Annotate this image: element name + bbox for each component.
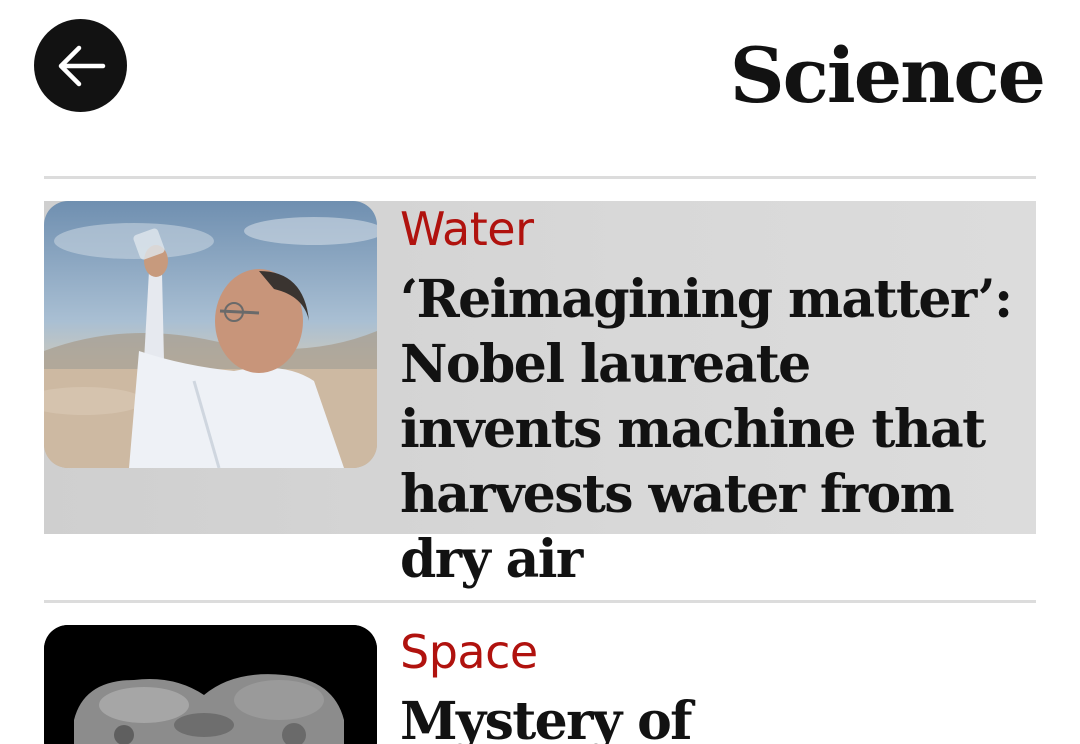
article-headline: Mystery of: [400, 691, 693, 744]
article-image: [44, 201, 377, 468]
article-card[interactable]: Water ‘Reimagining matter’: Nobel laurea…: [44, 201, 1036, 590]
article-kicker: Space: [400, 625, 538, 679]
photo-asteroid-grayscale: [44, 625, 377, 744]
article-kicker: Water: [400, 202, 534, 256]
divider: [44, 600, 1036, 603]
article-card[interactable]: Space Mystery of: [44, 625, 1036, 744]
page-title: Science: [729, 31, 1046, 120]
photo-man-holding-glass-in-desert: [44, 201, 377, 468]
article-headline: ‘Reimagining matter’: Nobel laureate inv…: [400, 269, 1013, 590]
divider: [44, 176, 1036, 179]
arrow-left-icon: [58, 45, 105, 86]
article-image: [44, 625, 377, 744]
back-button[interactable]: [34, 19, 127, 112]
header-bar: Science: [0, 0, 1080, 150]
